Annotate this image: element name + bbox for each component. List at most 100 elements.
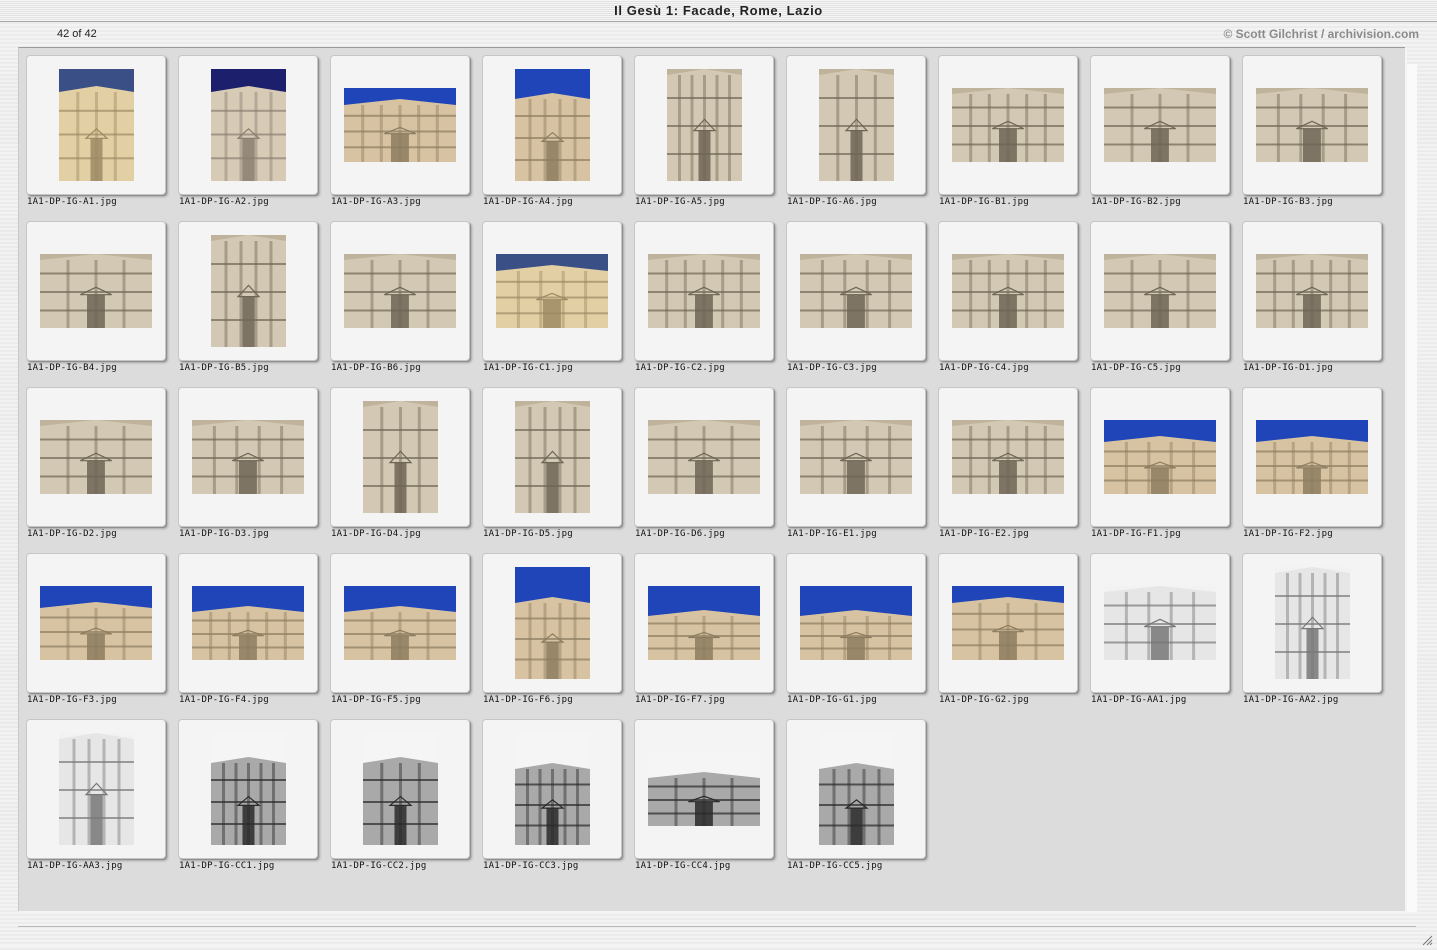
thumbnail-frame[interactable]: [26, 221, 166, 361]
thumbnail-frame[interactable]: [786, 387, 926, 527]
thumbnail-item[interactable]: 1A1-DP-IG-D1.jpg: [1242, 221, 1382, 373]
thumbnail-item[interactable]: 1A1-DP-IG-D4.jpg: [330, 387, 470, 539]
thumbnail-item[interactable]: 1A1-DP-IG-CC5.jpg: [786, 719, 926, 871]
thumbnail-image[interactable]: [515, 733, 590, 845]
thumbnail-image[interactable]: [800, 586, 912, 660]
thumbnail-image[interactable]: [344, 586, 456, 660]
thumbnail-frame[interactable]: [1090, 553, 1230, 693]
thumbnail-image[interactable]: [363, 401, 438, 513]
thumbnail-image[interactable]: [648, 254, 760, 328]
window-title-bar[interactable]: Il Gesù 1: Facade, Rome, Lazio: [0, 0, 1437, 22]
thumbnail-frame[interactable]: [482, 55, 622, 195]
thumbnail-image[interactable]: [952, 586, 1064, 660]
thumbnail-image[interactable]: [496, 254, 608, 328]
thumbnail-item[interactable]: 1A1-DP-IG-B2.jpg: [1090, 55, 1230, 207]
resize-grip-icon[interactable]: [1421, 931, 1433, 946]
thumbnail-frame[interactable]: [330, 553, 470, 693]
thumbnail-frame[interactable]: [786, 719, 926, 859]
thumbnail-item[interactable]: 1A1-DP-IG-B1.jpg: [938, 55, 1078, 207]
thumbnail-frame[interactable]: [634, 553, 774, 693]
thumbnail-image[interactable]: [344, 254, 456, 328]
thumbnail-item[interactable]: 1A1-DP-IG-AA1.jpg: [1090, 553, 1230, 705]
thumbnail-item[interactable]: 1A1-DP-IG-C3.jpg: [786, 221, 926, 373]
thumbnail-image[interactable]: [1256, 88, 1368, 162]
thumbnail-frame[interactable]: [938, 55, 1078, 195]
thumbnail-image[interactable]: [1104, 420, 1216, 494]
thumbnail-frame[interactable]: [938, 221, 1078, 361]
thumbnail-item[interactable]: 1A1-DP-IG-D2.jpg: [26, 387, 166, 539]
thumbnail-image[interactable]: [344, 88, 456, 162]
thumbnail-item[interactable]: 1A1-DP-IG-AA2.jpg: [1242, 553, 1382, 705]
thumbnail-frame[interactable]: [1242, 387, 1382, 527]
thumbnail-frame[interactable]: [26, 387, 166, 527]
thumbnail-frame[interactable]: [330, 55, 470, 195]
thumbnail-item[interactable]: 1A1-DP-IG-B6.jpg: [330, 221, 470, 373]
thumbnail-item[interactable]: 1A1-DP-IG-C2.jpg: [634, 221, 774, 373]
thumbnail-image[interactable]: [800, 420, 912, 494]
thumbnail-image[interactable]: [667, 69, 742, 181]
thumbnail-item[interactable]: 1A1-DP-IG-CC2.jpg: [330, 719, 470, 871]
thumbnail-image[interactable]: [515, 567, 590, 679]
thumbnail-item[interactable]: 1A1-DP-IG-A3.jpg: [330, 55, 470, 207]
thumbnail-frame[interactable]: [178, 553, 318, 693]
thumbnail-frame[interactable]: [634, 55, 774, 195]
thumbnail-frame[interactable]: [330, 387, 470, 527]
thumbnail-item[interactable]: 1A1-DP-IG-AA3.jpg: [26, 719, 166, 871]
thumbnail-frame[interactable]: [482, 221, 622, 361]
thumbnail-item[interactable]: 1A1-DP-IG-G1.jpg: [786, 553, 926, 705]
thumbnail-item[interactable]: 1A1-DP-IG-F6.jpg: [482, 553, 622, 705]
thumbnail-frame[interactable]: [938, 553, 1078, 693]
thumbnail-frame[interactable]: [482, 387, 622, 527]
thumbnail-item[interactable]: 1A1-DP-IG-F3.jpg: [26, 553, 166, 705]
thumbnail-image[interactable]: [1104, 88, 1216, 162]
thumbnail-frame[interactable]: [26, 55, 166, 195]
thumbnail-frame[interactable]: [1090, 221, 1230, 361]
thumbnail-frame[interactable]: [178, 221, 318, 361]
thumbnail-frame[interactable]: [786, 221, 926, 361]
thumbnail-image[interactable]: [211, 69, 286, 181]
thumbnail-item[interactable]: 1A1-DP-IG-D3.jpg: [178, 387, 318, 539]
thumbnail-image[interactable]: [515, 69, 590, 181]
thumbnail-frame[interactable]: [1090, 387, 1230, 527]
thumbnail-image[interactable]: [211, 235, 286, 347]
thumbnail-frame[interactable]: [178, 719, 318, 859]
thumbnail-frame[interactable]: [330, 719, 470, 859]
thumbnail-item[interactable]: 1A1-DP-IG-A4.jpg: [482, 55, 622, 207]
thumbnail-image[interactable]: [819, 69, 894, 181]
thumbnail-frame[interactable]: [1242, 55, 1382, 195]
thumbnail-image[interactable]: [1275, 567, 1350, 679]
thumbnail-item[interactable]: 1A1-DP-IG-C4.jpg: [938, 221, 1078, 373]
thumbnail-item[interactable]: 1A1-DP-IG-CC4.jpg: [634, 719, 774, 871]
thumbnail-item[interactable]: 1A1-DP-IG-D6.jpg: [634, 387, 774, 539]
thumbnail-frame[interactable]: [26, 719, 166, 859]
thumbnail-image[interactable]: [648, 420, 760, 494]
thumbnail-item[interactable]: 1A1-DP-IG-E1.jpg: [786, 387, 926, 539]
thumbnail-item[interactable]: 1A1-DP-IG-CC3.jpg: [482, 719, 622, 871]
thumbnail-item[interactable]: 1A1-DP-IG-B4.jpg: [26, 221, 166, 373]
thumbnail-item[interactable]: 1A1-DP-IG-F5.jpg: [330, 553, 470, 705]
thumbnail-frame[interactable]: [938, 387, 1078, 527]
thumbnail-image[interactable]: [1256, 254, 1368, 328]
thumbnail-item[interactable]: 1A1-DP-IG-G2.jpg: [938, 553, 1078, 705]
thumbnail-image[interactable]: [192, 420, 304, 494]
thumbnail-image[interactable]: [192, 586, 304, 660]
thumbnail-image[interactable]: [515, 401, 590, 513]
thumbnail-frame[interactable]: [482, 719, 622, 859]
thumbnail-frame[interactable]: [178, 55, 318, 195]
thumbnail-frame[interactable]: [786, 55, 926, 195]
thumbnail-image[interactable]: [1104, 254, 1216, 328]
thumbnail-image[interactable]: [59, 69, 134, 181]
thumbnail-image[interactable]: [1104, 586, 1216, 660]
thumbnail-frame[interactable]: [1242, 221, 1382, 361]
thumbnail-image[interactable]: [819, 733, 894, 845]
thumbnail-frame[interactable]: [634, 719, 774, 859]
thumbnail-frame[interactable]: [1090, 55, 1230, 195]
thumbnail-item[interactable]: 1A1-DP-IG-F2.jpg: [1242, 387, 1382, 539]
thumbnail-frame[interactable]: [178, 387, 318, 527]
thumbnail-item[interactable]: 1A1-DP-IG-B3.jpg: [1242, 55, 1382, 207]
thumbnail-item[interactable]: 1A1-DP-IG-C1.jpg: [482, 221, 622, 373]
thumbnail-image[interactable]: [1256, 420, 1368, 494]
thumbnail-image[interactable]: [952, 254, 1064, 328]
thumbnail-item[interactable]: 1A1-DP-IG-A5.jpg: [634, 55, 774, 207]
thumbnail-item[interactable]: 1A1-DP-IG-A2.jpg: [178, 55, 318, 207]
